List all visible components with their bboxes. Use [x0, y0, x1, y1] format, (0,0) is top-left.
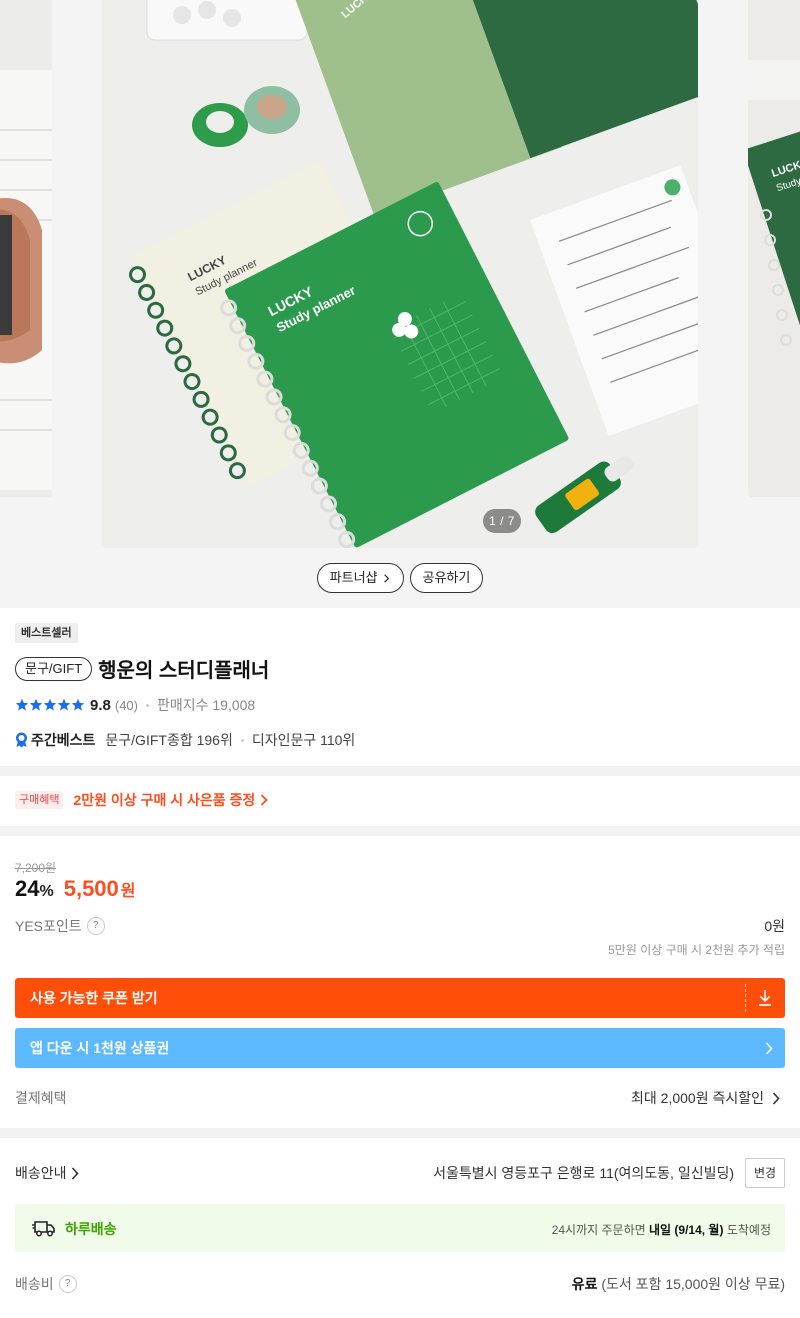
- title-row: 문구/GIFT 행운의 스터디플래너: [15, 654, 269, 683]
- share-label: 공유하기: [422, 570, 471, 585]
- points-label: YES포인트: [15, 918, 82, 934]
- shipping-fee-label: 배송비: [15, 1276, 54, 1292]
- change-address-button[interactable]: 변경: [745, 1158, 785, 1188]
- rank-row: 주간베스트 문구/GIFT종합 196위 디자인문구 110위: [15, 730, 355, 750]
- purchase-benefit[interactable]: 구매혜택 2만원 이상 구매 시 사은품 증정: [15, 790, 269, 810]
- section-divider: [0, 1128, 800, 1138]
- app-label: 앱 다운 시 1천원 상품권: [30, 1040, 170, 1056]
- star-icon: [43, 698, 57, 711]
- star-icon: [29, 698, 43, 711]
- share-button[interactable]: 공유하기: [409, 563, 484, 593]
- coupon-separator: [745, 984, 746, 1012]
- image-gallery[interactable]: LUCKY LUCKY Study planner LUCKY Study pl…: [0, 0, 800, 608]
- get-coupon-button[interactable]: 사용 가능한 쿠폰 받기: [15, 978, 785, 1018]
- shipping-label: 배송안내: [15, 1165, 67, 1181]
- image-page-counter: 1 / 7: [483, 509, 521, 533]
- rank-title[interactable]: 주간베스트: [31, 730, 95, 750]
- chevron-right-icon: [772, 1091, 780, 1105]
- fast-delivery-date: 내일 (9/14, 월): [649, 1223, 724, 1237]
- rating-score: 9.8: [90, 696, 111, 714]
- app-download-button[interactable]: 앱 다운 시 1천원 상품권: [15, 1028, 785, 1068]
- sales-index: 판매지수 19,008: [156, 697, 256, 713]
- benefit-text: 2만원 이상 구매 시 사은품 증정: [73, 792, 256, 808]
- shipping-fee-value: 유료 (도서 포함 15,000원 이상 무료): [572, 1274, 785, 1294]
- chevron-right-icon: [383, 573, 389, 583]
- gallery-actions: 파트너샵 공유하기: [0, 563, 800, 593]
- bestseller-badge: 베스트셀러: [15, 623, 78, 643]
- separator-dot: [145, 703, 149, 707]
- chevron-right-icon: [71, 1166, 79, 1180]
- shipping-address: 서울특별시 영등포구 은행로 11(여의도동, 일신빌딩): [433, 1165, 734, 1181]
- ribbon-medal-icon: [16, 732, 27, 748]
- rank-item[interactable]: 문구/GIFT종합 196위: [105, 730, 232, 750]
- sale-unit: 원: [120, 883, 136, 900]
- price-row: 24 % 5,500 원: [15, 876, 136, 902]
- rating-stars: [15, 698, 85, 712]
- shipping-info-link[interactable]: 배송안내: [15, 1163, 79, 1183]
- next-image-preview[interactable]: LUCKY Study planner: [748, 0, 800, 497]
- benefit-tag: 구매혜택: [15, 791, 64, 809]
- shipping-fee-note: (도서 포함 15,000원 이상 무료): [601, 1276, 785, 1292]
- section-divider: [0, 766, 800, 776]
- separator-dot: [240, 738, 244, 742]
- star-icon: [71, 698, 85, 711]
- fast-delivery-box: 하루배송 24시까지 주문하면 내일 (9/14, 월) 도착예정: [15, 1204, 785, 1252]
- shipping-fee-label-row: 배송비 ?: [15, 1274, 77, 1294]
- chevron-right-icon: [261, 794, 269, 806]
- help-icon[interactable]: ?: [58, 1275, 77, 1293]
- star-icon: [57, 698, 71, 711]
- help-icon[interactable]: ?: [86, 917, 105, 935]
- coupon-label: 사용 가능한 쿠폰 받기: [30, 990, 158, 1006]
- points-note: 5만원 이상 구매 시 2천원 추가 적립: [608, 943, 785, 957]
- payment-benefit-label: 결제혜택: [15, 1090, 67, 1106]
- download-icon: [759, 990, 771, 1006]
- points-value: 0원: [764, 918, 785, 934]
- shipping-fee-type: 유료: [571, 1276, 598, 1292]
- partner-shop-label: 파트너샵: [329, 570, 378, 585]
- partner-shop-button[interactable]: 파트너샵: [316, 563, 404, 593]
- sale-price: 5,500: [63, 876, 119, 901]
- rank-item[interactable]: 디자인문구 110위: [252, 730, 356, 750]
- product-main-image: LUCKY LUCKY Study planner LUCKY Study pl…: [102, 0, 698, 548]
- chevron-right-icon: [765, 1042, 773, 1055]
- fast-delivery-prefix: 24시까지 주문하면: [551, 1223, 646, 1237]
- payment-benefit-value[interactable]: 최대 2,000원 즉시할인: [631, 1088, 780, 1108]
- rating-row: 9.8 (40) 판매지수 19,008: [15, 695, 255, 715]
- review-count[interactable]: (40): [115, 698, 138, 713]
- delivery-truck-icon: [32, 1221, 55, 1237]
- fast-delivery-title: 하루배송: [65, 1221, 117, 1237]
- previous-image-preview[interactable]: [0, 0, 52, 497]
- points-label-row: YES포인트 ?: [15, 916, 105, 936]
- star-icon: [15, 698, 29, 711]
- payment-benefit-text: 최대 2,000원 즉시할인: [631, 1090, 764, 1106]
- discount-unit: %: [39, 883, 54, 900]
- discount-rate: 24: [15, 876, 40, 901]
- section-divider: [0, 826, 800, 836]
- original-price: 7,200원: [15, 861, 57, 875]
- product-title: 행운의 스터디플래너: [98, 660, 270, 682]
- fast-delivery-info: 24시까지 주문하면 내일 (9/14, 월) 도착예정: [552, 1221, 771, 1238]
- fast-delivery-suffix: 도착예정: [726, 1223, 771, 1237]
- category-pill[interactable]: 문구/GIFT: [15, 656, 93, 681]
